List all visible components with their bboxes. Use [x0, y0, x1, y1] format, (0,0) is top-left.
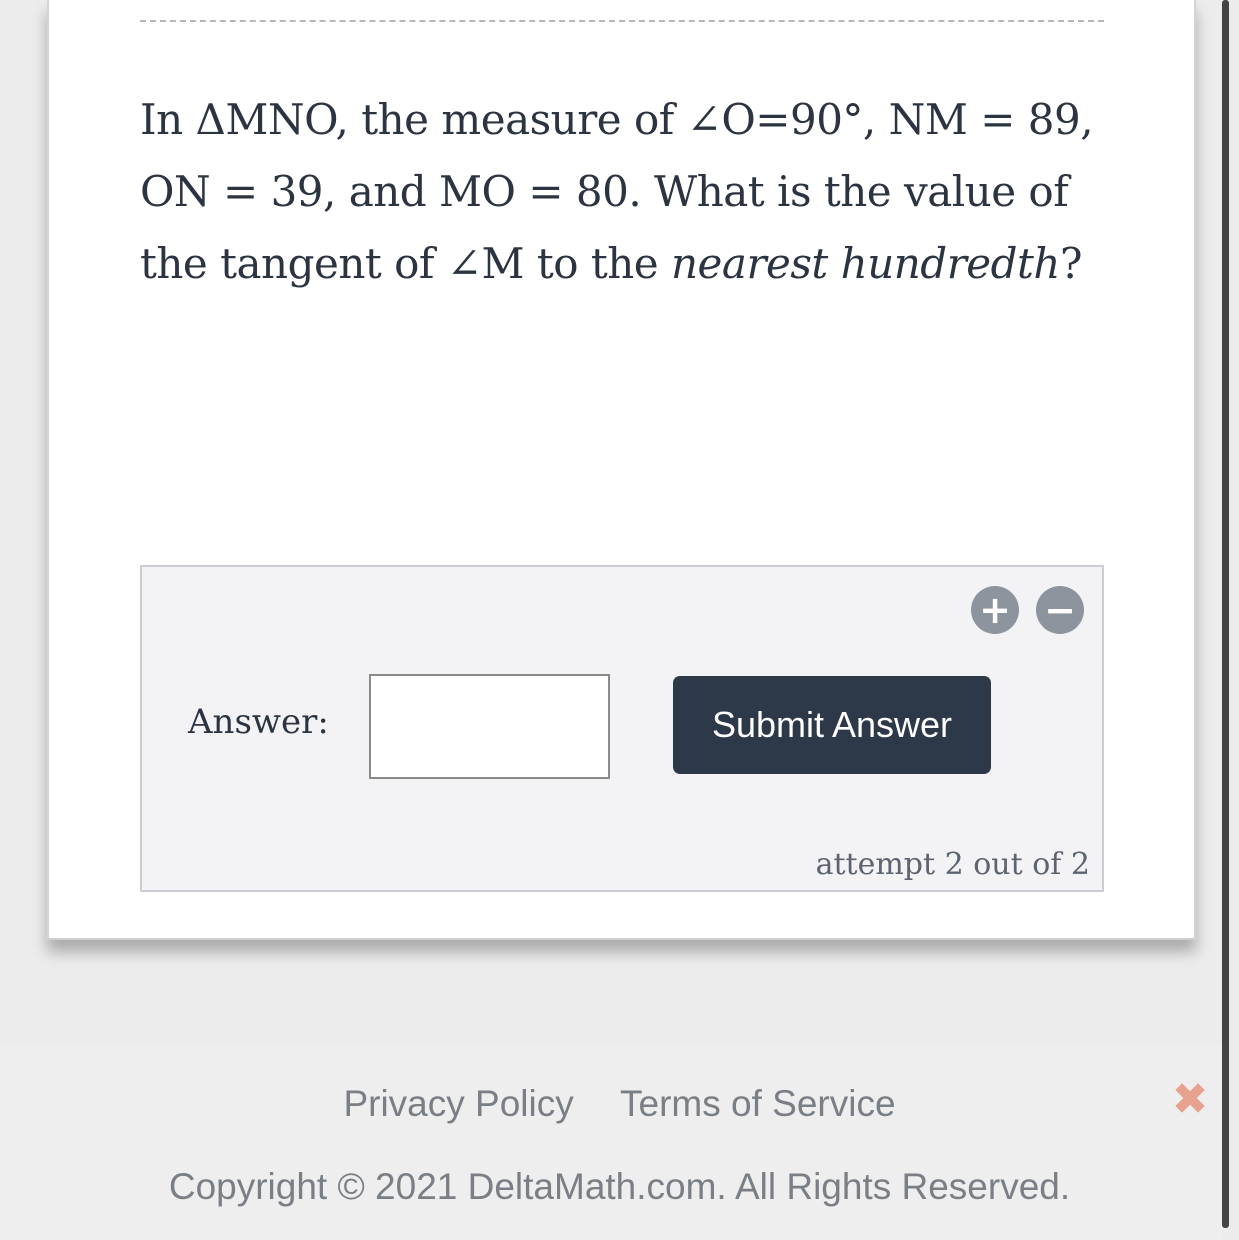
attempt-counter: attempt 2 out of 2 [815, 847, 1090, 882]
copyright-text: Copyright © 2021 DeltaMath.com. All Righ… [168, 1166, 1071, 1207]
zoom-in-icon[interactable]: + [971, 586, 1019, 634]
divider [140, 20, 1104, 22]
question-text: In ΔMNO, the measure of ∠O=90°, NM = 89,… [140, 84, 1100, 300]
problem-card: In ΔMNO, the measure of ∠O=90°, NM = 89,… [47, 0, 1196, 940]
answer-label: Answer: [188, 702, 329, 742]
zoom-out-icon[interactable]: − [1036, 586, 1084, 634]
close-icon[interactable]: ✖ [1170, 1078, 1210, 1122]
privacy-policy-link[interactable]: Privacy Policy [343, 1083, 573, 1124]
submit-answer-button[interactable]: Submit Answer [673, 676, 991, 774]
answer-input[interactable] [369, 674, 610, 779]
scrollbar[interactable] [1222, 0, 1229, 1228]
answer-panel: + − Answer: Submit Answer attempt 2 out … [140, 565, 1104, 892]
question-text-italic: nearest hundredth [671, 239, 1060, 288]
question-text-part2: ? [1059, 239, 1083, 288]
footer: Privacy Policy Terms of Service Copyrigh… [0, 1046, 1222, 1240]
terms-of-service-link[interactable]: Terms of Service [620, 1083, 896, 1124]
footer-links: Privacy Policy Terms of Service [0, 1083, 1239, 1125]
